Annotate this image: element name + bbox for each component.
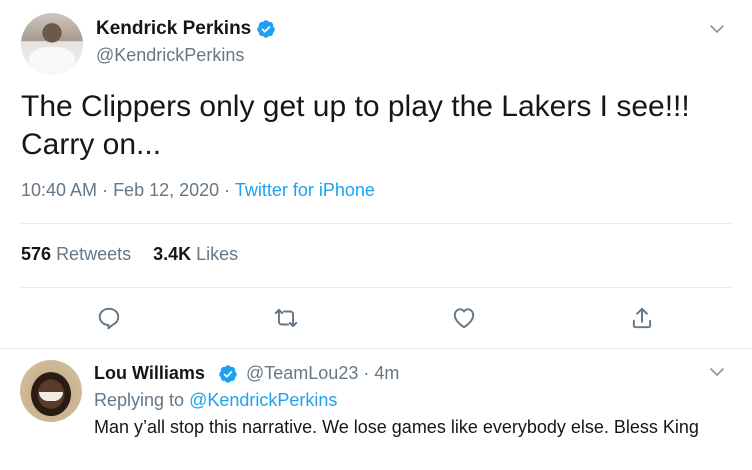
reply-author-handle[interactable]: @TeamLou23 [246,363,358,383]
divider [21,287,731,288]
reply-author-name[interactable]: Lou Williams [94,363,205,384]
author-name[interactable]: Kendrick Perkins [96,18,251,40]
meta-separator: · [358,363,375,383]
meta-separator: · [97,180,114,200]
retweets-stat[interactable]: 576 Retweets [21,244,131,264]
tweet-stats: 576 Retweets 3.4K Likes [21,244,238,265]
likes-stat[interactable]: 3.4K Likes [153,244,238,264]
tweet-source-link[interactable]: Twitter for iPhone [235,180,375,200]
reply-icon[interactable] [96,305,122,331]
tweet-text: The Clippers only get up to play the Lak… [21,90,690,161]
reply-time[interactable]: 4m [374,363,399,383]
retweets-label: Retweets [56,244,132,264]
likes-label: Likes [196,244,239,264]
reply-text: Man y’all stop this narrative. We lose g… [94,417,699,437]
chevron-down-icon[interactable] [708,20,726,38]
verified-badge-icon [219,365,237,383]
reply-meta: @TeamLou23 · 4m [246,363,399,384]
avatar[interactable] [21,13,83,75]
replying-to-label: Replying to [94,390,185,410]
heart-icon[interactable] [451,305,477,331]
divider [21,223,731,224]
retweet-icon[interactable] [273,305,299,331]
avatar[interactable] [20,360,82,422]
reply-tweet[interactable]: Lou Williams @TeamLou23 · 4m Replying to… [0,349,752,470]
replying-to-mention[interactable]: @KendrickPerkins [189,390,337,410]
tweet-meta: 10:40 AM · Feb 12, 2020 · Twitter for iP… [21,180,375,201]
retweets-count: 576 [21,244,52,264]
meta-separator: · [219,180,235,200]
likes-count: 3.4K [153,244,192,264]
chevron-down-icon[interactable] [708,363,726,381]
author-handle[interactable]: @KendrickPerkins [96,45,244,66]
share-icon[interactable] [629,305,655,331]
tweet-date[interactable]: Feb 12, 2020 [113,180,219,200]
replying-to: Replying to @KendrickPerkins [94,390,337,411]
main-tweet[interactable]: Kendrick Perkins @KendrickPerkins The Cl… [0,0,752,348]
tweet-time[interactable]: 10:40 AM [21,180,97,200]
verified-badge-icon [257,20,275,38]
